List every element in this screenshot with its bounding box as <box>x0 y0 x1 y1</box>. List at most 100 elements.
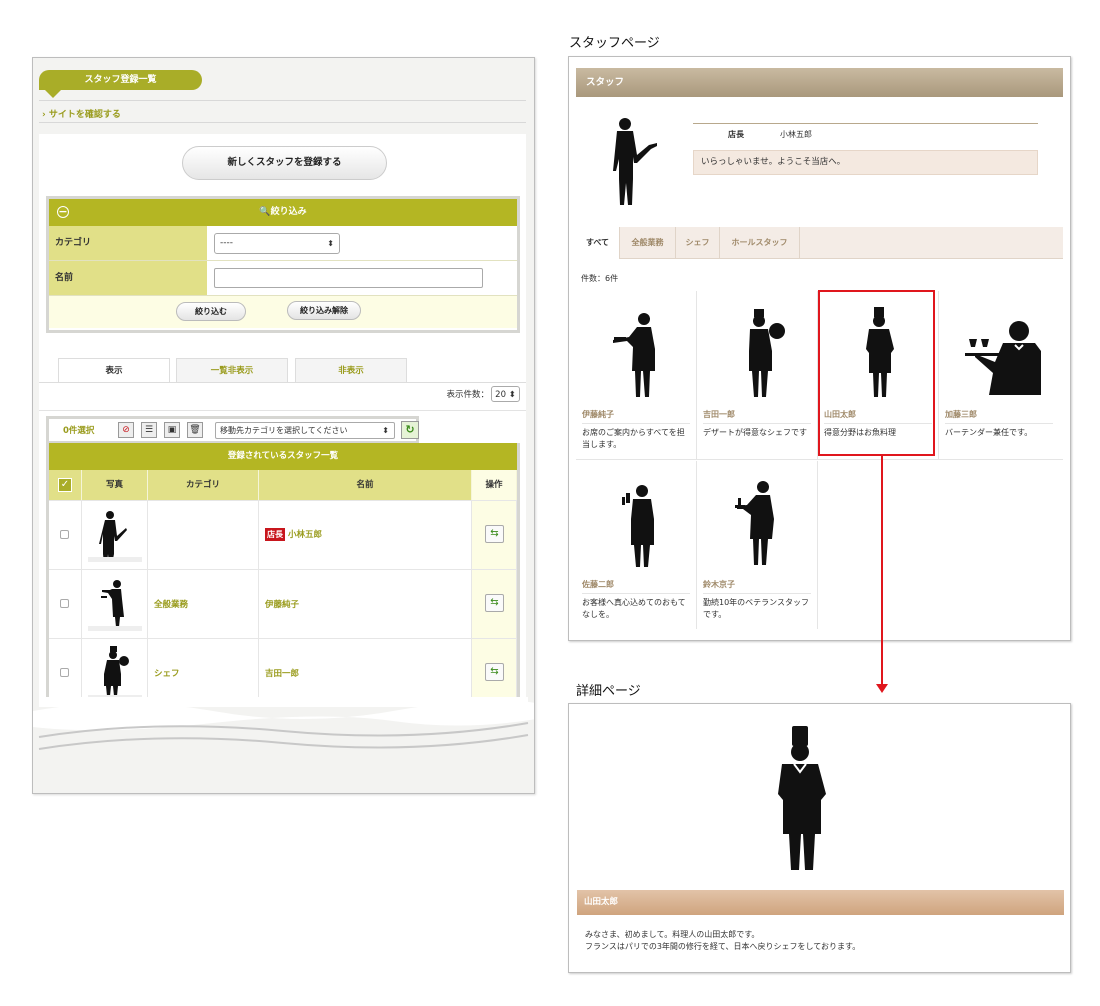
view-site-link[interactable]: › サイトを確認する <box>42 107 121 120</box>
staff-name: 吉田一郎 <box>703 409 811 424</box>
tab-list-hidden[interactable]: 一覧非表示 <box>176 358 288 382</box>
highlight-box <box>818 290 935 456</box>
table-header: ✓ 写真 カテゴリ 名前 操作 <box>49 470 517 500</box>
row-checkbox[interactable] <box>60 668 69 677</box>
table-title: 登録されているスタッフ一覧 <box>49 443 517 470</box>
table-row: 店長 小林五郎 ⇆ <box>49 500 517 569</box>
waitress-silhouette-icon <box>735 481 774 565</box>
filter-clear-button[interactable]: 絞り込み解除 <box>287 301 361 320</box>
staff-table: 登録されているスタッフ一覧 ✓ 写真 カテゴリ 名前 操作 店長小林五郎 ⇆ <box>46 443 520 710</box>
staff-desc: デザートが得意なシェフです <box>703 428 807 437</box>
staff-card[interactable]: 加藤三郎 バーテンダー兼任です。 <box>939 291 1060 459</box>
divider <box>39 410 526 411</box>
detail-name: 山田太郎 <box>577 890 1064 915</box>
new-staff-button[interactable]: 新しくスタッフを登録する <box>182 146 387 180</box>
tab-hidden[interactable]: 非表示 <box>295 358 407 382</box>
divider <box>39 382 526 383</box>
filter-buttons: 絞り込む 絞り込み解除 <box>49 296 517 328</box>
staff-photo <box>88 575 142 631</box>
row-checkbox[interactable] <box>60 599 69 608</box>
staff-header: スタッフ <box>576 68 1063 97</box>
chef-silhouette-icon <box>778 726 826 870</box>
row-category: シェフ <box>154 669 180 679</box>
detail-page-caption: 詳細ページ <box>576 684 641 699</box>
admin-panel: スタッフ登録一覧 › サイトを確認する 新しくスタッフを登録する − 🔍絞り込み… <box>32 57 535 794</box>
waiter-silhouette-icon <box>622 485 654 567</box>
filter-header[interactable]: − 🔍絞り込み <box>49 199 517 226</box>
waitress-silhouette-icon <box>101 580 124 627</box>
per-page-value: 20 <box>495 390 506 400</box>
filter-title: 🔍絞り込み <box>259 207 307 217</box>
move-category-select[interactable]: 移動先カテゴリを選択してください ⬍ <box>215 422 395 439</box>
staff-card[interactable]: 佐藤二郎 お客様へ真心込めてのおもてなしを。 <box>576 461 697 629</box>
move-category-placeholder: 移動先カテゴリを選択してください <box>220 426 348 435</box>
staff-page-caption: スタッフページ <box>569 36 660 51</box>
name-input[interactable] <box>214 268 483 288</box>
staff-photo <box>88 644 142 700</box>
staff-desc: お席のご案内からすべてを担当します。 <box>582 428 685 449</box>
manager-badge: 店長 <box>265 528 285 541</box>
column-name: 名前 <box>259 470 472 500</box>
staff-card[interactable]: 伊藤純子 お席のご案内からすべてを担当します。 <box>576 291 697 459</box>
category-select[interactable]: ---- ⬍ <box>214 233 340 254</box>
staff-desc: バーテンダー兼任です。 <box>945 428 1033 437</box>
divider <box>693 123 1038 124</box>
wave-decoration <box>33 697 534 750</box>
divider <box>39 122 526 123</box>
per-page: 表示件数： 20 ⬍ <box>446 386 520 403</box>
edit-icon[interactable]: ⇆ <box>485 525 504 543</box>
edit-icon[interactable]: ⇆ <box>485 594 504 612</box>
detail-text-line: みなさま、初めまして。料理人の山田太郎です。 <box>585 930 760 939</box>
apply-move-icon[interactable]: ↻ <box>401 421 419 439</box>
manager-name: 小林五郎 <box>780 130 812 139</box>
detail-text: みなさま、初めまして。料理人の山田太郎です。 フランスはパリでの3年間の修行を経… <box>585 929 860 953</box>
visibility-tabs: 表示 一覧非表示 非表示 <box>52 358 526 383</box>
tab-general[interactable]: 全般業務 <box>620 227 676 259</box>
edit-icon[interactable]: ⇆ <box>485 663 504 681</box>
staff-category-tabs: すべて 全般業務 シェフ ホールスタッフ <box>576 227 1063 259</box>
staff-name: 佐藤二郎 <box>582 579 690 594</box>
detail-page: 山田太郎 みなさま、初めまして。料理人の山田太郎です。 フランスはパリでの3年間… <box>568 703 1071 973</box>
row-checkbox[interactable] <box>60 530 69 539</box>
list-icon[interactable]: ☰ <box>141 422 157 438</box>
filter-apply-button[interactable]: 絞り込む <box>176 302 246 321</box>
staff-card[interactable]: 吉田一郎 デザートが得意なシェフです <box>697 291 818 459</box>
select-all-checkbox[interactable]: ✓ <box>58 477 72 492</box>
staff-name: 加藤三郎 <box>945 409 1053 424</box>
staff-photo <box>88 506 142 564</box>
table-row: 全般業務 伊藤純子 ⇆ <box>49 569 517 638</box>
tab-visible[interactable]: 表示 <box>58 358 170 383</box>
man-suit-silhouette-icon <box>99 511 127 564</box>
staff-name: 伊藤純子 <box>582 409 690 424</box>
column-category: カテゴリ <box>148 470 259 500</box>
column-action: 操作 <box>472 470 517 500</box>
collapse-icon[interactable]: − <box>57 206 69 218</box>
select-arrows-icon: ⬍ <box>382 426 389 435</box>
chef-silhouette-icon <box>749 309 785 397</box>
staff-desc: お客様へ真心込めてのおもてなしを。 <box>582 598 686 619</box>
row-name[interactable]: 吉田一郎 <box>265 669 299 679</box>
hide-icon[interactable]: ▣ <box>164 422 180 438</box>
manager-role: 店長 <box>728 130 744 139</box>
staff-card[interactable]: 鈴木京子 勤続10年のベテランスタッフです。 <box>697 461 818 629</box>
name-label: 名前 <box>49 261 207 295</box>
category-select-value: ---- <box>220 238 233 248</box>
row-name[interactable]: 小林五郎 <box>288 530 322 540</box>
no-display-icon[interactable]: ⊘ <box>118 422 134 438</box>
page-title-tab: スタッフ登録一覧 <box>39 70 202 98</box>
bulk-toolbar: 0件選択 ⊘ ☰ ▣ 🗑 移動先カテゴリを選択してください ⬍ ↻ <box>46 416 419 444</box>
divider <box>576 459 1063 460</box>
tab-all[interactable]: すべて <box>576 227 620 259</box>
filter-panel: − 🔍絞り込み カテゴリ ---- ⬍ 名前 絞り込む 絞り込み解除 <box>46 196 520 333</box>
manager-silhouette-icon <box>613 118 657 205</box>
staff-count: 件数：6件 <box>581 274 619 283</box>
tab-chef[interactable]: シェフ <box>676 227 720 259</box>
bartender-silhouette-icon <box>965 321 1041 395</box>
arrow-head-icon <box>876 684 888 693</box>
row-name[interactable]: 伊藤純子 <box>265 600 299 610</box>
chef-silhouette-icon <box>104 646 129 696</box>
tab-hall-staff[interactable]: ホールスタッフ <box>720 227 800 259</box>
per-page-select[interactable]: 20 ⬍ <box>491 386 520 402</box>
waitress-silhouette-icon <box>613 313 655 397</box>
trash-icon[interactable]: 🗑 <box>187 422 203 438</box>
